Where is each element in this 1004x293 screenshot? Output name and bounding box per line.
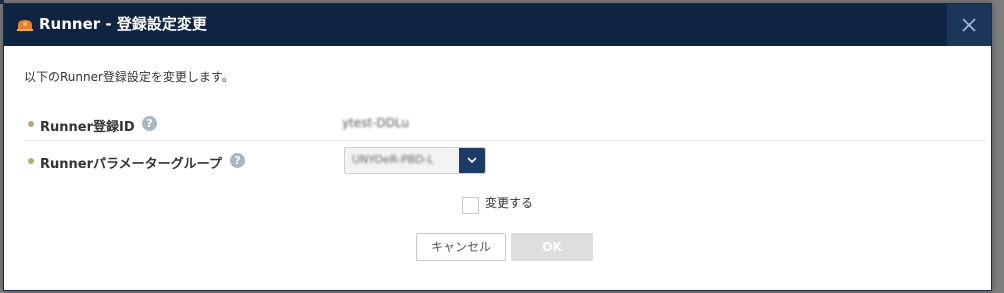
runner-id-value: ytest-DDLu <box>342 116 410 130</box>
dropdown-toggle[interactable] <box>459 148 485 173</box>
runner-id-label: Runner登録ID <box>40 120 135 135</box>
change-checkbox[interactable] <box>462 197 479 214</box>
runner-settings-dialog: Runner - 登録設定変更 以下のRunner登録設定を変更します。 Run… <box>3 3 992 291</box>
dialog-description: 以下のRunner登録設定を変更します。 <box>24 70 234 84</box>
row-divider <box>24 140 986 141</box>
parameter-group-select[interactable]: UNYOeR-PBD-L <box>344 147 486 174</box>
close-button[interactable] <box>947 4 991 46</box>
close-icon <box>962 18 976 32</box>
cancel-button[interactable]: キャンセル <box>416 233 506 261</box>
ok-button[interactable]: OK <box>511 233 593 261</box>
chevron-down-icon <box>467 157 477 164</box>
parameter-group-row: Runnerパラメーターグループ ? UNYOeR-PBD-L <box>24 145 984 181</box>
runner-logo-icon <box>17 20 33 31</box>
change-checkbox-label[interactable]: 変更する <box>485 194 533 211</box>
help-icon[interactable]: ? <box>230 153 245 168</box>
runner-id-row: Runner登録ID ? ytest-DDLu <box>24 108 984 144</box>
help-icon[interactable]: ? <box>142 116 157 131</box>
dialog-title: Runner - 登録設定変更 <box>39 15 207 33</box>
parameter-group-label: Runnerパラメーターグループ <box>40 157 222 172</box>
bullet-icon <box>28 158 34 164</box>
parameter-group-selected: UNYOeR-PBD-L <box>352 153 434 166</box>
bullet-icon <box>28 121 34 127</box>
dialog-header: Runner - 登録設定変更 <box>4 4 991 46</box>
